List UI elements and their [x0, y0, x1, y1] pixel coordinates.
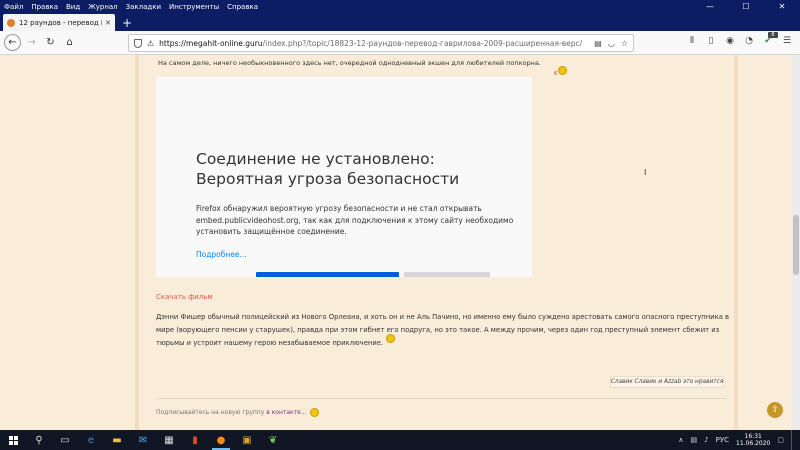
- vk-group-link[interactable]: в контакте...: [266, 409, 306, 416]
- tab-bar: 12 раундов - перевод Гаврил ✕ +: [0, 13, 800, 31]
- home-icon[interactable]: ⌂: [61, 34, 78, 51]
- show-desktop-button[interactable]: [791, 430, 794, 450]
- menu-bar: Файл Правка Вид Журнал Закладки Инструме…: [0, 0, 800, 13]
- url-text[interactable]: https://megahit-online.guru/index.php?/t…: [159, 39, 588, 48]
- error-desc-line1: Firefox обнаружил вероятную угрозу безоп…: [196, 204, 482, 213]
- sidebar-icon[interactable]: ▯: [706, 36, 716, 46]
- left-border-stripe: [135, 55, 139, 430]
- top-smiley: 6: [554, 60, 568, 79]
- movie-description: Дэнни Фишер обычный полицейский из Новог…: [156, 311, 730, 350]
- search-icon[interactable]: ⚲: [26, 430, 52, 450]
- description-line1: Дэнни Фишер обычный полицейский из Новог…: [156, 313, 730, 321]
- language-indicator[interactable]: РУС: [716, 436, 729, 444]
- error-title-line2: Вероятная угроза безопасности: [196, 170, 460, 188]
- menu-help[interactable]: Справка: [223, 3, 262, 11]
- text-cursor-icon: I: [644, 168, 647, 177]
- menu-edit[interactable]: Правка: [27, 3, 62, 11]
- menu-file[interactable]: Файл: [0, 3, 27, 11]
- network-icon[interactable]: ▤: [691, 436, 698, 444]
- connection-warning-icon[interactable]: ⚠: [147, 39, 154, 48]
- go-back-button[interactable]: [256, 272, 399, 277]
- volume-icon[interactable]: ♪: [704, 436, 708, 444]
- right-border-stripe: [734, 55, 738, 430]
- post-divider: [156, 398, 726, 399]
- menu-history[interactable]: Журнал: [84, 3, 121, 11]
- hamburger-menu-icon[interactable]: ☰: [782, 36, 792, 46]
- page-scrollbar[interactable]: [792, 55, 800, 430]
- embed-error-frame: Соединение не установлено: Вероятная угр…: [156, 77, 532, 277]
- error-description: Firefox обнаружил вероятную угрозу безоп…: [196, 203, 514, 238]
- office-icon[interactable]: ▮: [182, 430, 208, 450]
- post-top-text: На самом деле, ничего необыкновенного зд…: [158, 59, 541, 67]
- subscribe-line: Подписывайтесь на новую группу в контакт…: [156, 408, 319, 417]
- description-line2: мире (ворующего пенсии у старушек), прав…: [156, 326, 720, 334]
- calculator-icon[interactable]: ▦: [156, 430, 182, 450]
- back-arrow-icon[interactable]: ←: [4, 34, 21, 51]
- url-actions: ▤ ◡ ☆: [594, 39, 628, 48]
- url-bar[interactable]: ⚠ https://megahit-online.guru/index.php?…: [128, 34, 634, 52]
- clock-date: 11.06.2020: [736, 440, 771, 447]
- tab-title: 12 раундов - перевод Гаврил: [19, 18, 102, 27]
- forum-post: На самом деле, ничего необыкновенного зд…: [142, 55, 732, 430]
- mail-icon[interactable]: ✉: [130, 430, 156, 450]
- download-link[interactable]: Скачать фильм: [156, 293, 213, 301]
- error-desc-line3: установить защищённое соединение.: [196, 227, 347, 236]
- site-favicon-icon: [7, 18, 15, 27]
- library-icon[interactable]: ⫴: [687, 36, 697, 46]
- pocket-icon[interactable]: ◡: [608, 39, 615, 48]
- error-desc-line2: embed.publicvideohost.org, так как для п…: [196, 215, 514, 225]
- system-tray: ∧ ▤ ♪ РУС 16:31 11.06.2020 ▢: [678, 430, 794, 450]
- tab-active[interactable]: 12 раундов - перевод Гаврил ✕: [3, 14, 115, 31]
- clock-time: 16:31: [744, 433, 762, 440]
- window-controls: — ☐ ✕: [692, 0, 800, 13]
- popcorn-smiley-icon: [558, 66, 568, 75]
- start-button[interactable]: [0, 430, 26, 450]
- menu-view[interactable]: Вид: [62, 3, 84, 11]
- page-content: На самом деле, ничего необыкновенного зд…: [0, 55, 800, 430]
- advanced-button[interactable]: [404, 272, 490, 277]
- tracking-shield-icon[interactable]: [134, 38, 142, 48]
- clock[interactable]: 16:31 11.06.2020: [736, 433, 770, 447]
- minimize-button[interactable]: —: [692, 0, 728, 13]
- subscribe-text: Подписывайтесь на новую группу: [156, 409, 265, 416]
- inline-smiley-icon: [386, 334, 395, 343]
- new-tab-button[interactable]: +: [118, 14, 136, 31]
- photos-icon[interactable]: ▣: [234, 430, 260, 450]
- scroll-to-top-icon[interactable]: ⇧: [767, 402, 783, 418]
- top-smiley-mark: 6: [554, 71, 558, 77]
- windows-taskbar: ⚲ ▭ e ▬ ✉ ▦ ▮ ● ▣ ❦ ∧ ▤ ♪ РУС 16:31 11.0…: [0, 430, 800, 450]
- butterfly-app-icon[interactable]: ❦: [260, 430, 286, 450]
- learn-more-link[interactable]: Подробнее...: [196, 250, 247, 259]
- forward-arrow-icon[interactable]: →: [23, 34, 40, 51]
- sync-icon[interactable]: ◔: [744, 36, 754, 46]
- task-view-icon[interactable]: ▭: [52, 430, 78, 450]
- reader-view-icon[interactable]: ▤: [594, 39, 602, 48]
- tray-chevron-icon[interactable]: ∧: [678, 436, 683, 444]
- extension-shield-icon[interactable]: ✔ 8: [763, 32, 778, 46]
- scrollbar-thumb[interactable]: [793, 215, 799, 275]
- edge-browser-icon[interactable]: e: [78, 430, 104, 450]
- reload-icon[interactable]: ↻: [42, 34, 59, 51]
- file-explorer-icon[interactable]: ▬: [104, 430, 130, 450]
- notifications-icon[interactable]: ▢: [777, 436, 784, 444]
- toolbar-icons: ⫴ ▯ ◉ ◔ ✔ 8 ☰: [687, 32, 792, 46]
- error-title: Соединение не установлено: Вероятная угр…: [196, 149, 459, 189]
- windows-logo-icon: [8, 435, 18, 445]
- close-window-button[interactable]: ✕: [764, 0, 800, 13]
- account-icon[interactable]: ◉: [725, 36, 735, 46]
- bookmark-star-icon[interactable]: ☆: [621, 39, 628, 48]
- menu-bookmarks[interactable]: Закладки: [122, 3, 165, 11]
- maximize-button[interactable]: ☐: [728, 0, 764, 13]
- navigation-bar: ← → ↻ ⌂ ⚠ https://megahit-online.guru/in…: [0, 31, 800, 55]
- firefox-icon[interactable]: ●: [208, 430, 234, 450]
- tab-close-icon[interactable]: ✕: [105, 19, 111, 27]
- menu-tools[interactable]: Инструменты: [165, 3, 223, 11]
- extension-badge: 8: [768, 32, 778, 38]
- description-line3: тюрьмы и устроит нашему герою незабываем…: [156, 339, 384, 347]
- error-title-line1: Соединение не установлено:: [196, 150, 435, 168]
- wink-smiley-icon: [309, 408, 319, 417]
- likes-badge[interactable]: Славик Славик и Azzab это нравится: [610, 376, 724, 388]
